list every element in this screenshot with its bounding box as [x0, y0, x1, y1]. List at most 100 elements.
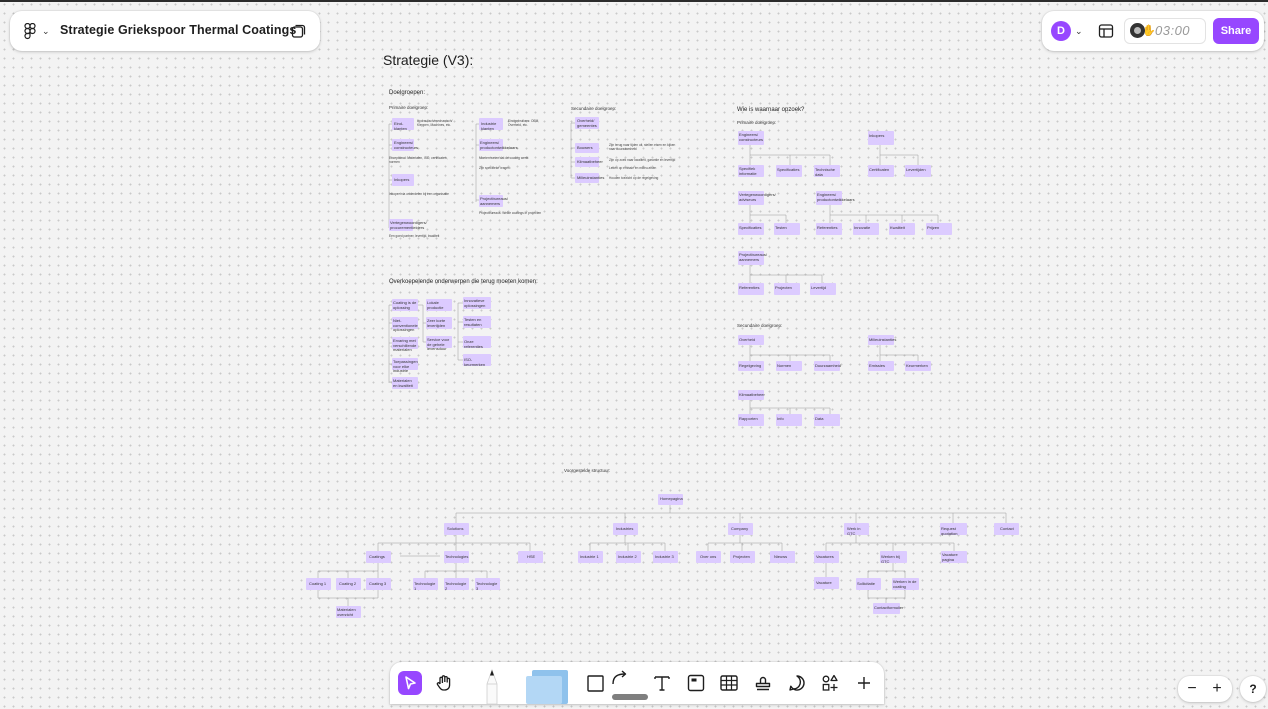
sitemap-node[interactable]: Solutions: [444, 523, 469, 535]
sticky-note[interactable]: Projectbureaus/ aannemers: [738, 251, 767, 265]
sticky-note[interactable]: Kwaliteit: [889, 223, 915, 235]
sticky-note[interactable]: Emissies: [868, 361, 894, 371]
sticky-note[interactable]: Materialen en kwaliteit: [392, 377, 418, 389]
sticky-note[interactable]: Technische data: [814, 165, 840, 177]
sitemap-node[interactable]: Materialen overzicht: [336, 606, 361, 618]
sitemap-node[interactable]: Industries: [613, 523, 638, 535]
sticky-note[interactable]: Engineers/ productontwikkelaars: [816, 191, 855, 205]
sticky-note[interactable]: Normen: [776, 361, 802, 371]
sticky-note[interactable]: Keurmerken: [905, 361, 931, 371]
sitemap-node[interactable]: Request quotation: [940, 523, 967, 535]
sticky-note[interactable]: Lokale productie: [426, 299, 452, 311]
sticky-note[interactable]: Engineers/ constructeurs: [738, 131, 764, 145]
sticky-note[interactable]: Regelgeving: [738, 361, 764, 371]
sitemap-node[interactable]: Industrie 3: [653, 551, 678, 563]
help-button[interactable]: ?: [1240, 676, 1266, 702]
sitemap-node[interactable]: Over ons: [696, 551, 721, 563]
sticky-note[interactable]: Overheid/ gemeentes: [575, 117, 599, 129]
sticky-note[interactable]: Toepassingen voor elke industrie: [392, 358, 418, 373]
zoom-out-button[interactable]: −: [1182, 679, 1202, 699]
sticky-note[interactable]: Innovatieve oplossingen: [463, 297, 491, 309]
sticky-note[interactable]: Referenties: [738, 283, 764, 295]
stamp-tool-button[interactable]: [751, 671, 775, 695]
widgets-tool-button[interactable]: [818, 671, 842, 695]
sitemap-node[interactable]: Contact: [994, 523, 1019, 535]
sitemap-node[interactable]: Technologies: [444, 551, 469, 563]
sitemap-node[interactable]: Industrie 2: [616, 551, 641, 563]
shape-tool-button[interactable]: [584, 671, 608, 695]
sticky-note[interactable]: Projectbureaus/ aannemers: [479, 195, 508, 207]
sitemap-node[interactable]: Coating 1: [306, 578, 331, 590]
sitemap-node[interactable]: Werken bij GTC: [880, 551, 907, 563]
sticky-note[interactable]: Projecten: [774, 283, 800, 295]
sticky-note[interactable]: Testen: [774, 223, 800, 235]
sticky-note[interactable]: Innovatie: [853, 223, 879, 235]
move-tool-button[interactable]: [398, 671, 422, 695]
toolbar-scroll-indicator[interactable]: [612, 694, 648, 700]
sticky-note[interactable]: Specificaties: [738, 223, 764, 235]
more-tools-button[interactable]: [852, 671, 876, 695]
sitemap-node[interactable]: HSE: [518, 551, 543, 563]
sticky-note[interactable]: Prijzen: [926, 223, 952, 235]
sitemap-node[interactable]: Vacatures: [814, 551, 839, 563]
sitemap-node[interactable]: Coatings: [366, 551, 391, 563]
sticky-note[interactable]: Milieuinstanties: [868, 335, 896, 345]
zoom-in-button[interactable]: +: [1207, 679, 1227, 699]
sitemap-node[interactable]: Homepagina: [658, 494, 683, 505]
connector-tool-button[interactable]: [608, 667, 632, 691]
sitemap-node[interactable]: Vacature pagina: [941, 551, 967, 563]
sticky-note[interactable]: Inkopers: [392, 174, 414, 186]
sitemap-node[interactable]: Technologie 2: [444, 578, 469, 590]
sticky-note[interactable]: Coating is de oplossing: [392, 299, 418, 311]
sticky-note[interactable]: Zeer korte levertijden: [426, 317, 452, 329]
sticky-note[interactable]: Data: [814, 414, 840, 426]
sitemap-node[interactable]: Nieuws: [770, 551, 795, 563]
sticky-note[interactable]: Ervaring met verschillende materialen: [392, 337, 418, 352]
section-tool-button[interactable]: [684, 671, 708, 695]
sticky-note[interactable]: Industrie klanten: [479, 118, 503, 130]
sticky-note[interactable]: Vertegenwoordigers/ adviseurs: [738, 191, 776, 205]
sticky-note[interactable]: Klimaatbeheer: [738, 390, 765, 400]
sitemap-node[interactable]: Coating 2: [336, 578, 361, 590]
sticky-note-tool-button[interactable]: [524, 670, 570, 704]
sitemap-node[interactable]: Werk in GTC: [844, 523, 869, 535]
sticky-note[interactable]: Specifiek informatie: [738, 165, 764, 177]
sticky-note[interactable]: Inkopers: [868, 131, 894, 145]
sticky-note[interactable]: Levertijd: [810, 283, 836, 295]
comment-tool-button[interactable]: [785, 671, 809, 695]
sticky-note[interactable]: Duurzaamheid: [814, 361, 841, 371]
sticky-note[interactable]: ISO-keurmerken: [463, 354, 491, 366]
sitemap-node[interactable]: Sollicitatie: [856, 578, 881, 590]
sticky-note[interactable]: Engineers/ constructeurs: [392, 139, 418, 151]
sitemap-node[interactable]: Projecten: [730, 551, 755, 563]
sitemap-node[interactable]: Technologie 1: [413, 578, 438, 590]
sitemap-node[interactable]: Company: [728, 523, 753, 535]
sticky-note[interactable]: Overheid: [738, 335, 764, 345]
sitemap-node[interactable]: Technologie 3: [475, 578, 500, 590]
sticky-note[interactable]: Certificaten: [868, 165, 894, 177]
sticky-note[interactable]: Eind-klanten: [392, 118, 414, 130]
sticky-note[interactable]: Klimaatbeheer: [575, 157, 603, 167]
sticky-note[interactable]: Engineers/ productontwikkelaars: [479, 139, 518, 151]
text-tool-button[interactable]: [650, 671, 674, 695]
sitemap-node[interactable]: Industrie 1: [578, 551, 603, 563]
sticky-note[interactable]: Milieuinstanties: [575, 173, 604, 183]
sticky-note[interactable]: Vertegenwoordigers/ procurementleiders: [389, 219, 427, 231]
sticky-note[interactable]: Levertijden: [905, 165, 931, 177]
sitemap-node[interactable]: Contactformulier: [873, 603, 903, 614]
sticky-note[interactable]: Testen en resultaten: [463, 316, 491, 328]
sticky-note[interactable]: Onze referenties: [463, 336, 491, 348]
table-tool-button[interactable]: [717, 671, 741, 695]
pencil-tool-button[interactable]: [480, 666, 504, 705]
sticky-note[interactable]: Rapporten: [738, 414, 764, 426]
sticky-note[interactable]: Service voor de gehele levensduur: [426, 336, 452, 351]
hand-tool-button[interactable]: [432, 671, 456, 695]
sticky-note[interactable]: Info: [776, 414, 802, 426]
sticky-note[interactable]: Specificaties: [776, 165, 802, 177]
sticky-note[interactable]: Niet-conventionele oplossingen: [392, 317, 418, 332]
sticky-note[interactable]: Referenties: [816, 223, 842, 235]
sitemap-node[interactable]: Coating 3: [366, 578, 391, 590]
sitemap-node[interactable]: Vacature: [814, 577, 839, 589]
sticky-note[interactable]: Bouwers: [575, 143, 599, 153]
sitemap-node[interactable]: Werken in de coating: [892, 578, 919, 590]
